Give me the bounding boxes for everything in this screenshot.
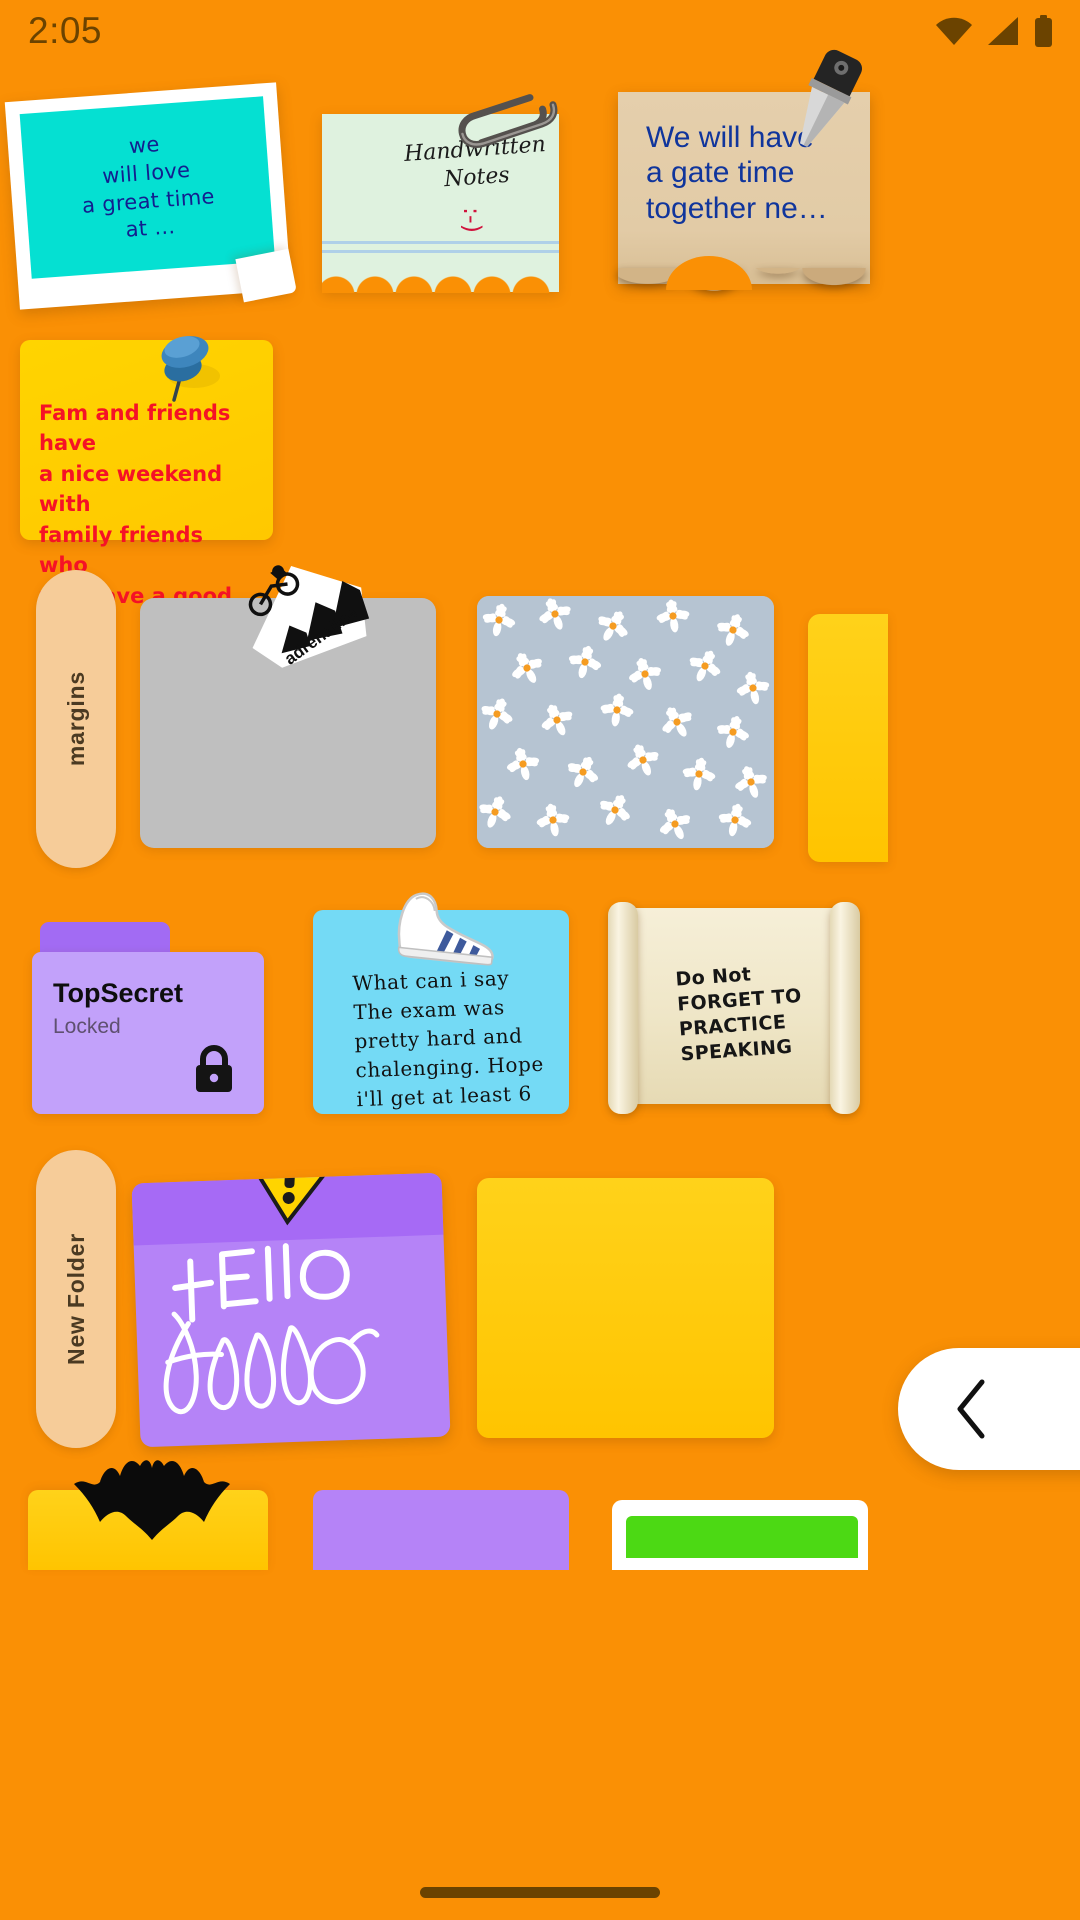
partial-yellow-card[interactable] <box>808 614 888 862</box>
paper-rule-line <box>322 241 559 244</box>
torn-bottom-edge <box>322 265 559 293</box>
green-bar <box>626 1516 858 1558</box>
signal-icon <box>988 17 1018 45</box>
parchment-scroll-note[interactable]: Do Not FORGET TO PRACTICE SPEAKING <box>600 898 868 1114</box>
sneaker-icon <box>397 892 494 966</box>
green-card-strip[interactable] <box>612 1500 868 1570</box>
daisy-pattern <box>477 596 774 848</box>
warning-icon <box>251 1172 329 1226</box>
polaroid-sheet: we will love a great time at ... <box>19 96 276 279</box>
smiley-emoticon: :-) <box>457 206 486 234</box>
sidebar-folder-margins[interactable]: margins <box>36 570 116 868</box>
daisy-pattern-card[interactable] <box>477 596 774 848</box>
burnt-paper-note[interactable]: We will have a gate time together ne… <box>618 49 870 312</box>
wifi-icon <box>936 17 972 45</box>
new-folder-label: New Folder <box>62 1233 89 1365</box>
status-icons <box>935 15 1054 47</box>
sidebar-folder-new[interactable]: New Folder <box>36 1150 116 1448</box>
scroll-text: Do Not FORGET TO PRACTICE SPEAKING <box>674 963 803 1066</box>
hello-purple-note[interactable] <box>131 1172 451 1448</box>
battery-icon <box>1035 15 1052 47</box>
margins-folder-label: margins <box>62 671 89 767</box>
handwritten-mint-note[interactable]: Handwritten Notes :-) <box>322 94 559 293</box>
scroll-roll-left <box>608 902 638 1114</box>
home-indicator[interactable] <box>420 1887 660 1898</box>
folder-title: TopSecret <box>53 978 184 1008</box>
status-clock: 2:05 <box>28 10 103 51</box>
grey-widget-card[interactable]: adrenaline <box>140 565 436 848</box>
plain-yellow-note[interactable] <box>477 1178 774 1438</box>
bat-sticker <box>74 1460 230 1540</box>
blue-note-text: What can i say The exam was pretty hard … <box>352 965 545 1114</box>
pinned-yellow-note[interactable]: Fam and friends have a nice weekend with… <box>20 336 273 638</box>
pushpin-icon <box>161 336 220 402</box>
polaroid-cyan-note[interactable]: we will love a great time at ... <box>4 82 297 310</box>
purple-card-strip[interactable] <box>313 1490 569 1570</box>
polaroid-corner-curl <box>235 248 297 303</box>
folder-topsecret[interactable]: TopSecret Locked <box>32 922 264 1114</box>
lock-icon <box>196 1045 232 1092</box>
folder-status: Locked <box>53 1015 121 1038</box>
status-bar: 2:05 <box>0 0 1080 62</box>
back-button[interactable] <box>898 1348 1080 1470</box>
polaroid-text: we will love a great time at ... <box>81 132 216 242</box>
chevron-left-icon <box>957 1379 985 1439</box>
folder-body: TopSecret Locked <box>32 952 264 1114</box>
paper-rule-line <box>322 250 559 253</box>
